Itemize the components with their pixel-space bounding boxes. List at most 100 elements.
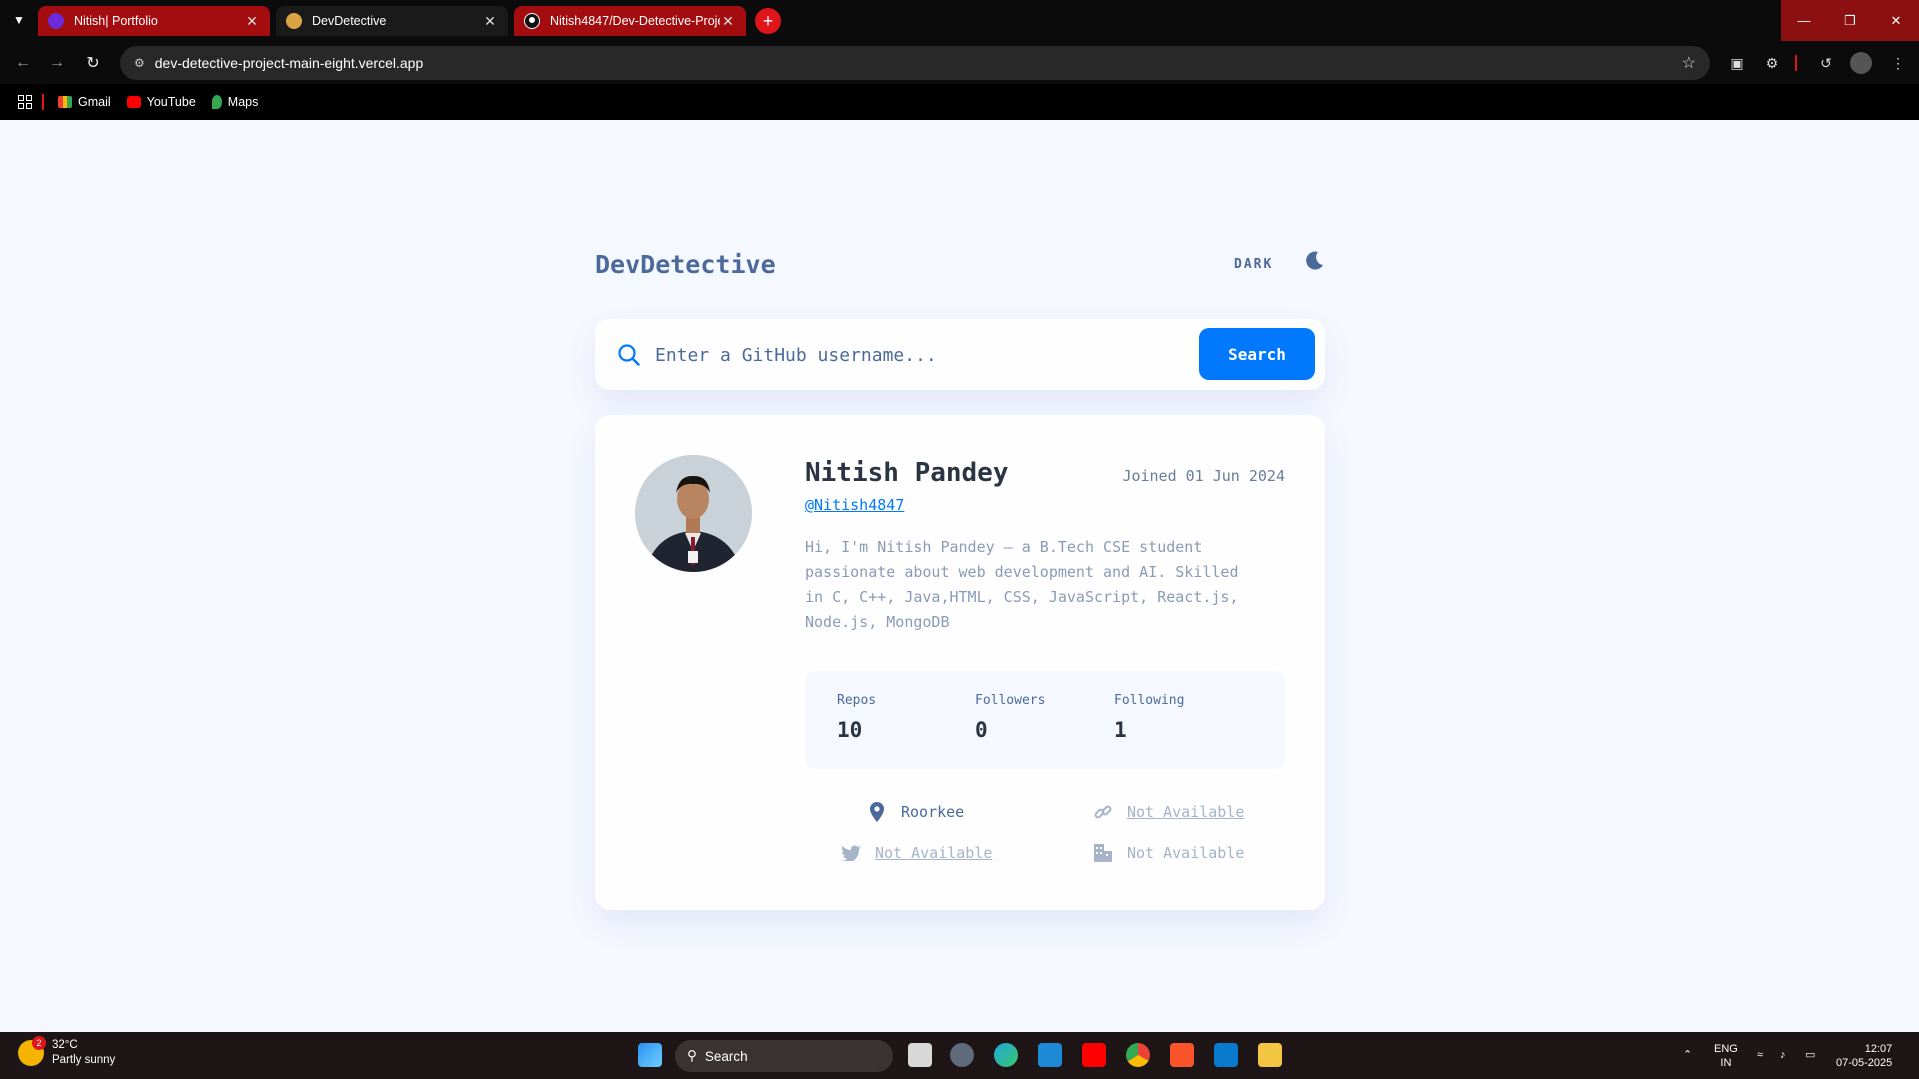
sync-icon[interactable]: ↺ [1815,52,1837,74]
twitter-item[interactable]: Not Available [841,843,992,863]
remote-desktop-icon[interactable] [1038,1043,1062,1067]
tab-github-repo[interactable]: Nitish4847/Dev-Detective-Proje ✕ [514,6,746,36]
vscode-icon[interactable] [1214,1043,1238,1067]
tab-title: Nitish4847/Dev-Detective-Proje [550,14,720,28]
theme-toggle-label[interactable]: DARK [1234,257,1273,272]
stat-label: Followers [975,693,1046,708]
settings-gear-icon[interactable] [950,1043,974,1067]
back-icon[interactable]: ← [12,52,34,74]
bookmark-label: YouTube [146,95,196,109]
show-hidden-icons-chevron[interactable]: ⌃ [1683,1048,1692,1062]
battery-icon[interactable]: ▭ [1805,1048,1815,1062]
tab-search-chevron-icon[interactable]: ▼ [8,9,30,31]
github-username-input[interactable] [655,335,1255,375]
tab-portfolio[interactable]: Nitish| Portfolio ✕ [38,6,270,36]
location-item: Roorkee [867,802,964,822]
stat-label: Repos [837,693,877,708]
notification-badge: 2 [32,1036,46,1050]
stat-followers: Followers 0 [975,693,1045,742]
clock-time: 12:07 [1864,1043,1893,1055]
region-code: IN [1720,1057,1732,1069]
url-text: dev-detective-project-main-eight.vercel.… [154,55,424,71]
volume-icon[interactable]: ♪ [1780,1048,1786,1062]
browser-tab-bar: ▼ Nitish| Portfolio ✕ DevDetective ✕ Nit… [0,0,1919,41]
apps-grid-icon[interactable] [18,95,32,109]
stat-value: 1 [1114,718,1127,742]
website-item[interactable]: Not Available [1093,802,1244,822]
close-tab-icon[interactable]: ✕ [482,13,498,30]
profile-card: Nitish Pandey Joined 01 Jun 2024 @Nitish… [595,415,1325,910]
youtube-app-icon[interactable] [1082,1043,1106,1067]
profile-handle-link[interactable]: @Nitish4847 [805,496,904,514]
app-title: DevDetective [595,250,776,279]
tab-devdetective[interactable]: DevDetective ✕ [276,6,508,36]
maps-pin-icon [211,95,222,109]
gmail-icon [58,96,72,108]
stat-value: 10 [837,718,863,742]
avatar [635,455,752,572]
search-button[interactable]: Search [1199,328,1315,380]
moon-icon[interactable] [1303,250,1325,272]
location-text: Roorkee [901,803,965,821]
tab-title: DevDetective [312,14,387,28]
wifi-icon[interactable]: ≈ [1757,1048,1763,1062]
close-tab-icon[interactable]: ✕ [720,13,736,30]
stat-label: Following [1114,693,1185,708]
file-explorer-icon[interactable] [1258,1043,1282,1067]
weather-widget[interactable]: 2 32°C Partly sunny [18,1036,115,1068]
website-text[interactable]: Not Available [1127,803,1244,821]
twitter-icon [841,843,861,863]
minimize-icon[interactable]: — [1781,0,1827,41]
stat-value: 0 [975,718,988,742]
site-info-icon[interactable]: ⚙ [134,56,145,70]
url-field[interactable]: ⚙ dev-detective-project-main-eight.verce… [120,46,1710,80]
company-text: Not Available [1127,844,1245,862]
language-code: ENG [1714,1043,1738,1055]
brave-icon[interactable] [1170,1043,1194,1067]
close-tab-icon[interactable]: ✕ [244,13,260,30]
link-icon [1093,802,1113,822]
search-icon: ⚲ [687,1048,697,1063]
tab-groups-icon[interactable]: ▣ [1726,52,1748,74]
bookmarks-divider [42,94,44,110]
weather-temperature: 32°C [52,1039,78,1051]
language-indicator[interactable]: ENG IN [1714,1042,1738,1070]
page-content: DevDetective DARK Search Nitish Pandey [0,120,1919,1032]
close-window-icon[interactable]: ✕ [1873,0,1919,41]
bookmark-label: Maps [227,95,259,109]
task-view-icon[interactable] [908,1043,932,1067]
bookmark-maps[interactable]: Maps [211,95,259,109]
windows-taskbar: 2 32°C Partly sunny ⚲ Search ⌃ ENG IN ≈ … [0,1032,1919,1079]
profile-avatar-icon[interactable] [1850,52,1872,74]
extensions-icon[interactable]: ⚙ [1761,52,1783,74]
taskbar-search[interactable]: ⚲ Search [675,1040,893,1072]
forward-icon[interactable]: → [46,52,68,74]
bookmark-star-icon[interactable]: ☆ [1682,53,1696,73]
bookmark-youtube[interactable]: YouTube [126,95,196,109]
twitter-text[interactable]: Not Available [875,844,992,862]
address-bar: ← → ↻ ⚙ dev-detective-project-main-eight… [0,41,1919,84]
stat-repos: Repos 10 [837,693,876,742]
reload-icon[interactable]: ↻ [82,52,104,74]
youtube-icon [126,96,141,108]
search-icon [618,344,640,366]
bookmark-gmail[interactable]: Gmail [58,95,111,109]
edge-icon[interactable] [994,1043,1018,1067]
stats-panel: Repos 10 Followers 0 Following 1 [805,671,1285,769]
profile-name: Nitish Pandey [805,458,1009,488]
building-icon [1093,843,1113,863]
new-tab-button[interactable]: + [755,8,781,34]
search-bar: Search [595,319,1325,390]
chrome-icon[interactable] [1126,1043,1150,1067]
tab-title: Nitish| Portfolio [74,14,158,28]
stat-following: Following 1 [1114,693,1184,742]
location-pin-icon [867,802,887,822]
restore-icon[interactable]: ❐ [1827,0,1873,41]
more-menu-icon[interactable]: ⋮ [1887,52,1909,74]
joined-date: Joined 01 Jun 2024 [1122,467,1285,485]
windows-start-icon[interactable] [638,1043,662,1067]
github-favicon-icon [524,13,540,29]
portfolio-favicon-icon [48,13,64,29]
clock[interactable]: 12:07 07-05-2025 [1836,1042,1892,1070]
partly-sunny-icon: 2 [18,1036,46,1066]
